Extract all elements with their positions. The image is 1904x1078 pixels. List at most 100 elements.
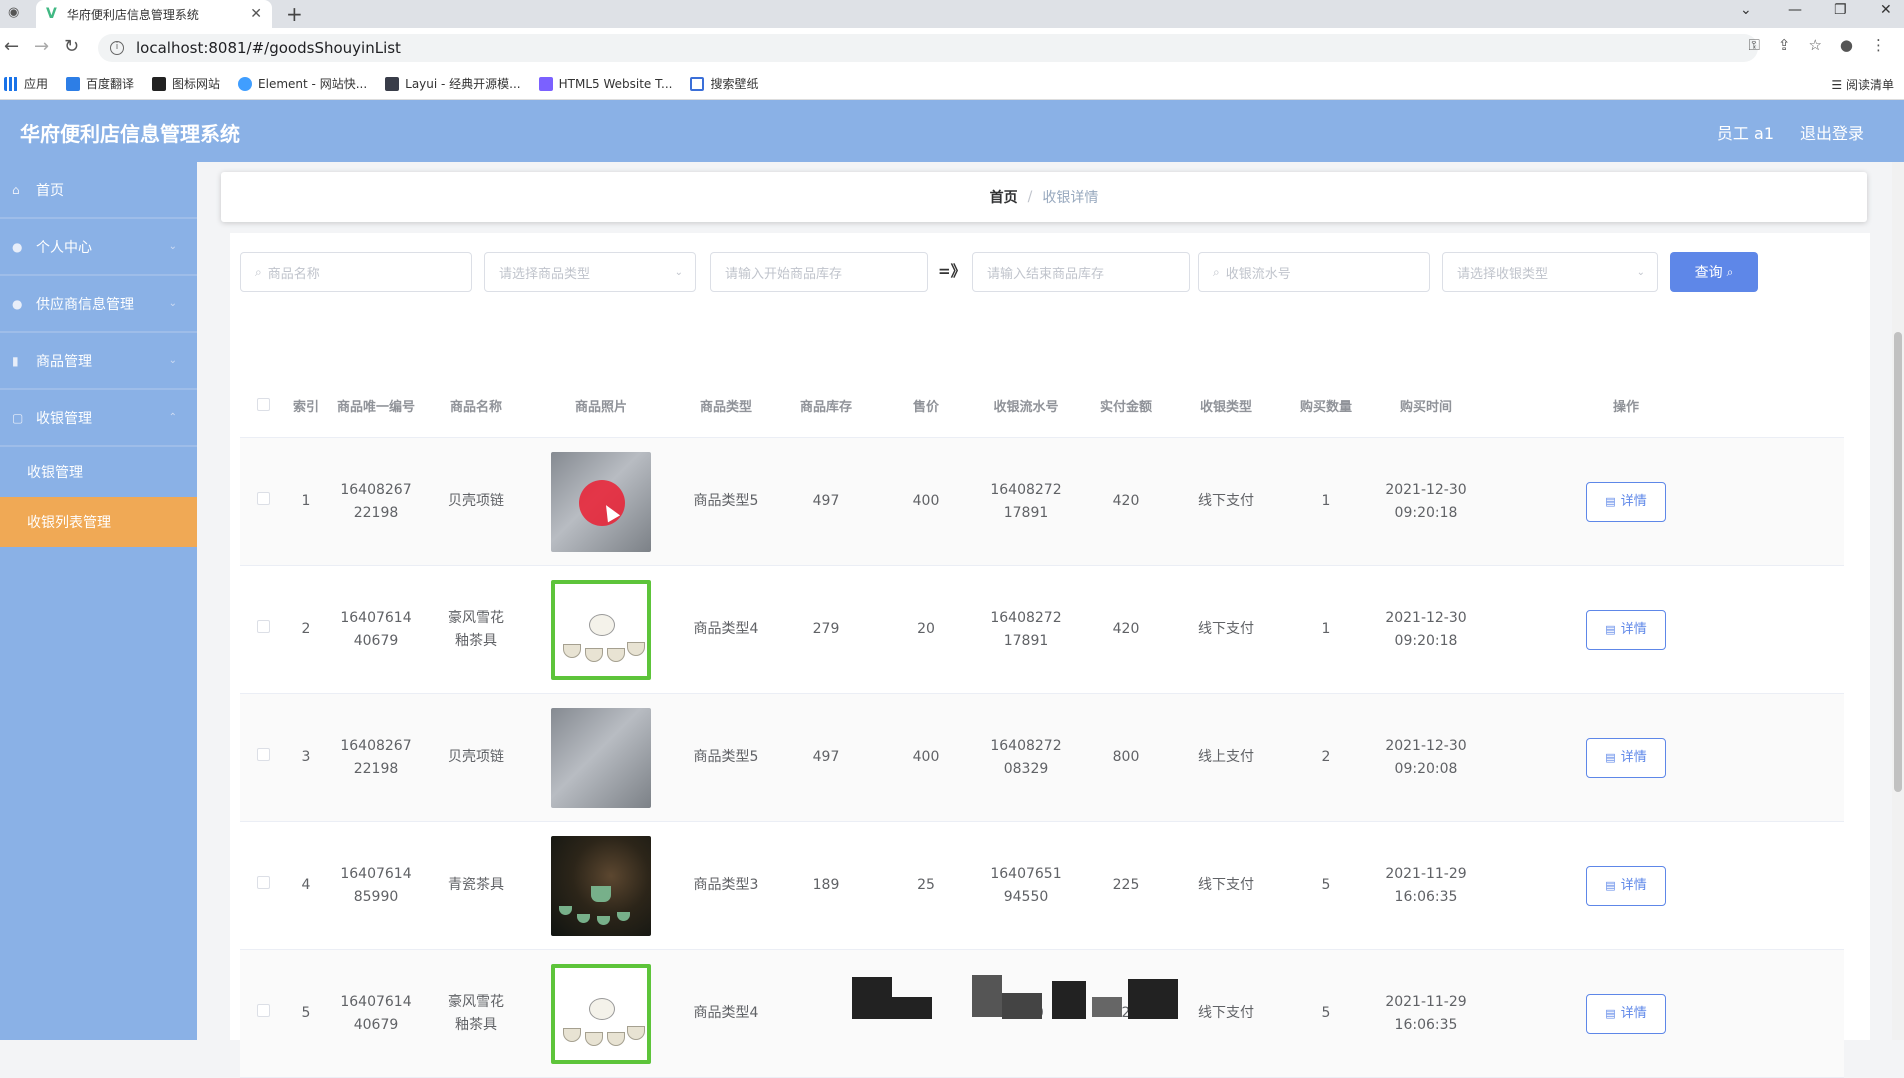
url-field[interactable]: i localhost:8081/#/goodsShouyinList	[98, 34, 1758, 62]
sidebar-item-profile[interactable]: ● 个人中心 ⌄	[0, 219, 197, 276]
sidebar-item-suppliers[interactable]: ● 供应商信息管理 ⌄	[0, 276, 197, 333]
cell-pay-type: 线下支付	[1198, 493, 1254, 509]
header-cell: 实付金额	[1099, 400, 1152, 415]
minimize-icon[interactable]: —	[1788, 2, 1802, 18]
more-icon[interactable]: ⋮	[1871, 36, 1886, 54]
detail-button[interactable]: ▤ 详情	[1586, 609, 1666, 650]
logout-link[interactable]: 退出登录	[1800, 120, 1864, 144]
search-icon: ⌕	[1213, 264, 1220, 279]
star-icon[interactable]: ☆	[1808, 36, 1821, 54]
page-scrollbar[interactable]	[1892, 162, 1904, 1040]
click-indicator	[579, 479, 625, 526]
table-cell	[526, 963, 676, 1064]
bookmark-html5[interactable]: HTML5 Website T...	[538, 76, 672, 91]
sidebar-item-cashier[interactable]: ▢ 收银管理 ⌃	[0, 390, 197, 447]
cell-qty: 2	[1321, 749, 1331, 765]
stock-start-input[interactable]: 请输入开始商品库存	[710, 252, 928, 292]
stock-end-input[interactable]: 请输入结束商品库存	[972, 252, 1190, 292]
reading-list-icon: ☰	[1831, 78, 1846, 92]
cell-pay-type: 线下支付	[1198, 877, 1254, 893]
baidu-translate-icon	[66, 76, 81, 91]
teacup-shape	[577, 913, 590, 923]
reading-list[interactable]: ☰ 阅读清单	[1831, 76, 1894, 93]
detail-button[interactable]: ▤ 详情	[1586, 865, 1666, 906]
cell-pay-type: 线下支付	[1198, 621, 1254, 637]
cell-price: 25	[917, 877, 935, 893]
close-tab-icon[interactable]: ✕	[250, 6, 262, 22]
forward-icon[interactable]: →	[34, 36, 49, 57]
url-text: localhost:8081/#/goodsShouyinList	[136, 39, 401, 57]
cell-time: 2021-11-29 16:06:35	[1385, 993, 1467, 1033]
placeholder: 请输入结束商品库存	[987, 266, 1105, 282]
browser-tab[interactable]: V 华府便利店信息管理系统 ✕	[36, 0, 272, 28]
row-checkbox[interactable]	[256, 876, 270, 889]
browser-menu-icon[interactable]: ◉	[8, 5, 19, 20]
restore-icon[interactable]: ❐	[1834, 2, 1847, 18]
document-icon: ▤	[1605, 751, 1616, 764]
document-icon: ▤	[1605, 495, 1616, 508]
placeholder: 收银流水号	[1225, 266, 1291, 282]
pay-type-select[interactable]: 请选择收银类型 ⌄	[1442, 252, 1658, 292]
search-icon: ⌕	[255, 264, 262, 279]
cell-serial: 1640827208329	[990, 737, 1062, 777]
table-cell: 1640827217891	[976, 607, 1076, 653]
table-cell: 1	[286, 490, 326, 513]
breadcrumb-home[interactable]: 首页	[990, 187, 1018, 207]
bookmark-apps[interactable]: 应用	[4, 75, 48, 92]
detail-button[interactable]: ▤ 详情	[1586, 993, 1666, 1034]
key-icon[interactable]: ⚿	[1748, 36, 1759, 54]
document-icon: ▢	[12, 410, 24, 425]
row-checkbox[interactable]	[256, 492, 270, 505]
sidebar-item-home[interactable]: ⌂ 首页	[0, 162, 197, 219]
bookmark-baidu-translate[interactable]: 百度翻译	[66, 75, 134, 92]
detail-button[interactable]: ▤ 详情	[1586, 481, 1666, 522]
cell-index: 1	[301, 493, 311, 509]
table-cell: 25	[876, 874, 976, 897]
row-checkbox[interactable]	[256, 748, 270, 761]
header-cell: 商品唯一编号	[336, 400, 415, 415]
table-cell: 豪风雪花釉茶具	[426, 991, 526, 1037]
serial-input[interactable]: ⌕ 收银流水号	[1198, 252, 1430, 292]
bookmark-wallpaper[interactable]: 搜索壁纸	[690, 75, 758, 92]
chevron-down-icon: ⌄	[168, 298, 177, 309]
scrollbar-thumb[interactable]	[1894, 332, 1902, 792]
site-info-icon[interactable]: i	[110, 41, 124, 55]
row-checkbox[interactable]	[256, 1004, 270, 1017]
table-cell: 420	[1076, 490, 1176, 513]
table-cell: ▤ 详情	[1476, 609, 1776, 650]
cell-code: 1640826722198	[340, 481, 412, 521]
reload-icon[interactable]: ↻	[64, 36, 79, 57]
table-cell: 线下支付	[1176, 490, 1276, 513]
table-cell	[526, 451, 676, 552]
teacup-shape	[607, 1031, 625, 1046]
sidebar-item-goods[interactable]: ▮ 商品管理 ⌄	[0, 333, 197, 390]
row-checkbox[interactable]	[256, 620, 270, 633]
profile-icon[interactable]: ●	[1840, 36, 1853, 54]
detail-label: 详情	[1620, 1006, 1647, 1021]
query-button[interactable]: 查询 ⌕	[1670, 252, 1758, 292]
sidebar-subitem-cashier[interactable]: 收银管理	[0, 447, 197, 497]
detail-label: 详情	[1620, 750, 1647, 765]
cell-type: 商品类型5	[693, 749, 759, 765]
goods-name-input[interactable]: ⌕ 商品名称	[240, 252, 472, 292]
select-all-checkbox[interactable]	[256, 398, 270, 411]
detail-button[interactable]: ▤ 详情	[1586, 737, 1666, 778]
bookmark-layui[interactable]: Layui - 经典开源模...	[385, 75, 521, 92]
tab-search-icon[interactable]: ⌄	[1740, 2, 1752, 18]
back-icon[interactable]: ←	[4, 36, 19, 57]
cell-name: 豪风雪花釉茶具	[448, 993, 504, 1033]
table-cell: 豪风雪花釉茶具	[426, 607, 526, 653]
new-tab-icon[interactable]: +	[286, 2, 303, 26]
table-cell: 189	[776, 874, 876, 897]
detail-label: 详情	[1620, 878, 1647, 893]
bookmark-icon-site[interactable]: 图标网站	[152, 75, 220, 92]
home-icon: ⌂	[12, 182, 20, 197]
table-row: 1 1640826722198 贝壳项链 商品类型5 497 400 16408272178…	[240, 438, 1844, 566]
close-window-icon[interactable]: ✕	[1880, 2, 1892, 18]
share-icon[interactable]: ⇪	[1778, 36, 1791, 54]
bookmark-element[interactable]: Element - 网站快...	[238, 75, 367, 92]
bookmark-label: 图标网站	[172, 77, 221, 91]
goods-type-select[interactable]: 请选择商品类型 ⌄	[484, 252, 696, 292]
table-cell: 线上支付	[1176, 746, 1276, 769]
sidebar-subitem-cashier-list[interactable]: 收银列表管理	[0, 497, 197, 547]
